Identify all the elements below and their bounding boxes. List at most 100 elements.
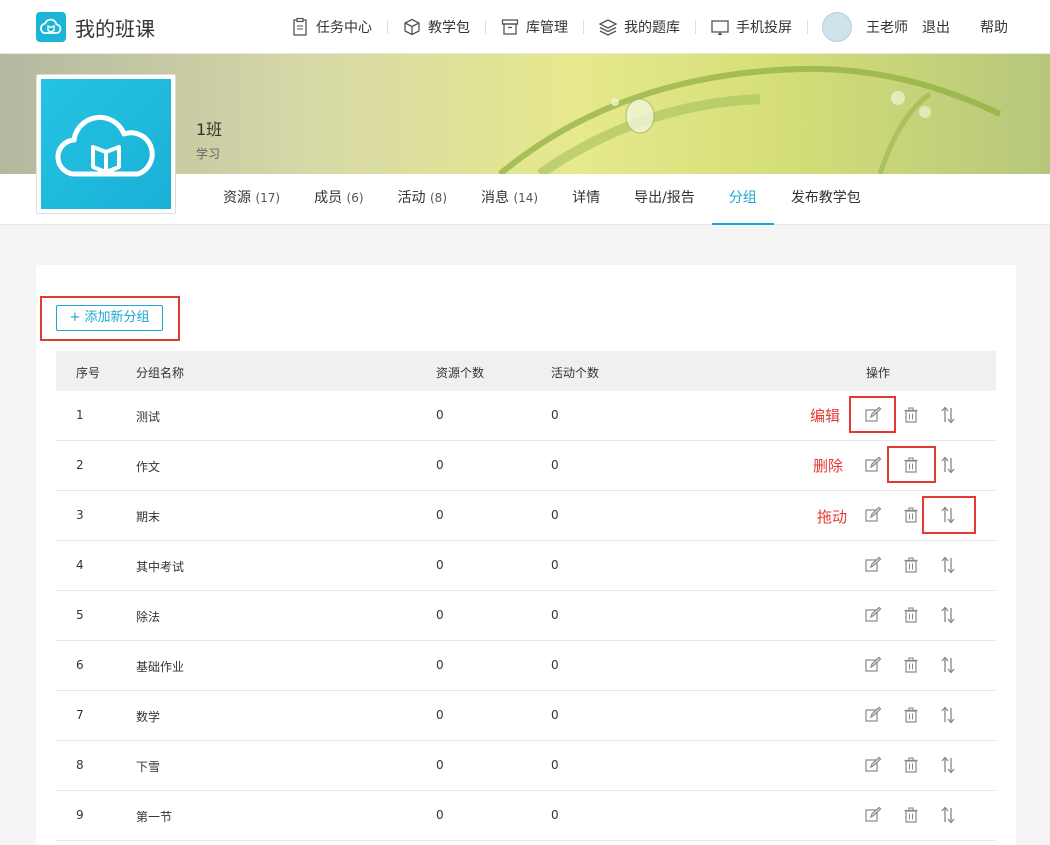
row-activity-count: 0 — [551, 608, 559, 622]
row-activity-count: 0 — [551, 508, 559, 522]
trash-icon[interactable] — [902, 656, 920, 674]
tab-details[interactable]: 详情 — [555, 174, 617, 225]
trash-icon[interactable] — [902, 506, 920, 524]
table-row[interactable]: 4 其中考试 0 0 — [56, 541, 996, 591]
tab-members[interactable]: 成员 (6) — [297, 174, 380, 225]
trash-icon[interactable] — [902, 556, 920, 574]
sort-drag-icon[interactable] — [939, 556, 957, 574]
row-group-name: 下雪 — [136, 760, 161, 774]
logout-link[interactable]: 退出 — [922, 17, 950, 37]
app-logo-icon[interactable] — [36, 12, 66, 42]
edit-icon[interactable] — [864, 506, 882, 524]
table-row[interactable]: 5 除法 0 0 — [56, 591, 996, 641]
trash-icon[interactable] — [902, 706, 920, 724]
tab-export-report[interactable]: 导出/报告 — [617, 174, 712, 225]
tab-messages[interactable]: 消息 (14) — [464, 174, 555, 225]
edit-icon[interactable] — [864, 456, 882, 474]
row-group-name: 除法 — [136, 610, 161, 624]
row-index: 5 — [76, 608, 84, 622]
row-resource-count: 0 — [436, 558, 444, 572]
add-group-button[interactable]: + 添加新分组 — [56, 305, 163, 331]
row-index: 7 — [76, 708, 84, 722]
header-index: 序号 — [76, 366, 101, 380]
avatar[interactable] — [822, 12, 852, 42]
row-group-name: 作文 — [136, 460, 161, 474]
edit-annotation: 编辑 — [810, 407, 841, 425]
row-resource-count: 0 — [436, 508, 444, 522]
sort-drag-icon[interactable] — [939, 656, 957, 674]
row-activity-count: 0 — [551, 708, 559, 722]
tab-groups[interactable]: 分组 — [711, 174, 774, 225]
edit-icon[interactable] — [864, 606, 882, 624]
nav-task-center[interactable]: 任务中心 — [290, 0, 387, 54]
cast-icon — [711, 20, 729, 35]
help-link[interactable]: 帮助 — [980, 17, 1008, 37]
top-navbar: 我的班课 任务中心 教学包 库管理 我的题库 手机投屏 王老师 退出 帮助 — [0, 0, 1050, 54]
row-activity-count: 0 — [551, 658, 559, 672]
edit-icon[interactable] — [864, 556, 882, 574]
tab-resources[interactable]: 资源 (17) — [206, 174, 297, 225]
row-activity-count: 0 — [551, 408, 559, 422]
nav-divider — [695, 20, 696, 34]
row-index: 9 — [76, 808, 84, 822]
trash-icon[interactable] — [902, 606, 920, 624]
table-row[interactable]: 3 期末 0 0 — [56, 491, 996, 541]
nav-question-bank-label: 我的题库 — [624, 20, 680, 36]
table-row[interactable]: 9 第一节 0 0 — [56, 791, 996, 841]
nav-teaching-pack[interactable]: 教学包 — [402, 0, 485, 54]
trash-icon[interactable] — [902, 756, 920, 774]
edit-highlight — [849, 396, 896, 433]
table-row[interactable]: 8 下雪 0 0 — [56, 741, 996, 791]
edit-icon[interactable] — [864, 656, 882, 674]
sort-drag-icon[interactable] — [939, 606, 957, 624]
nav-task-center-label: 任务中心 — [316, 20, 372, 36]
sort-drag-icon[interactable] — [939, 806, 957, 824]
row-group-name: 第一节 — [136, 810, 173, 824]
user-name[interactable]: 王老师 — [866, 17, 908, 37]
table-header: 序号 分组名称 资源个数 活动个数 操作 — [56, 351, 996, 391]
row-activity-count: 0 — [551, 808, 559, 822]
trash-icon[interactable] — [902, 806, 920, 824]
table-row[interactable]: 6 基础作业 0 0 — [56, 641, 996, 691]
drag-highlight — [922, 496, 976, 534]
sort-drag-icon[interactable] — [939, 406, 957, 424]
class-cover-image — [36, 74, 176, 214]
nav-screen-cast[interactable]: 手机投屏 — [710, 0, 807, 54]
tab-activities[interactable]: 活动 (8) — [381, 174, 464, 225]
edit-icon[interactable] — [864, 756, 882, 774]
row-group-name: 测试 — [136, 410, 161, 424]
nav-library[interactable]: 库管理 — [500, 0, 583, 54]
layers-icon — [598, 19, 618, 36]
drag-annotation: 拖动 — [817, 508, 848, 526]
nav-question-bank[interactable]: 我的题库 — [598, 0, 695, 54]
brand-title[interactable]: 我的班课 — [75, 13, 155, 42]
table-row[interactable]: 7 数学 0 0 — [56, 691, 996, 741]
row-resource-count: 0 — [436, 708, 444, 722]
header-resource-count: 资源个数 — [436, 366, 485, 380]
box-icon — [404, 18, 420, 36]
tab-publish-pack[interactable]: 发布教学包 — [774, 174, 878, 225]
nav-divider — [807, 20, 808, 34]
delete-highlight — [887, 446, 936, 483]
row-resource-count: 0 — [436, 808, 444, 822]
nav-divider — [485, 20, 486, 34]
edit-icon[interactable] — [864, 706, 882, 724]
delete-annotation: 删除 — [813, 457, 844, 475]
row-index: 6 — [76, 658, 84, 672]
edit-icon[interactable] — [864, 806, 882, 824]
row-index: 3 — [76, 508, 84, 522]
sort-drag-icon[interactable] — [939, 756, 957, 774]
nav-library-label: 库管理 — [526, 20, 568, 36]
header-operations: 操作 — [866, 366, 891, 380]
row-resource-count: 0 — [436, 658, 444, 672]
row-group-name: 基础作业 — [136, 660, 185, 674]
nav-teaching-pack-label: 教学包 — [428, 20, 470, 36]
sort-drag-icon[interactable] — [939, 706, 957, 724]
trash-icon[interactable] — [902, 406, 920, 424]
table-row[interactable]: 2 作文 0 0 — [56, 441, 996, 491]
row-resource-count: 0 — [436, 408, 444, 422]
row-index: 1 — [76, 408, 84, 422]
class-subject: 学习 — [196, 147, 221, 161]
sort-drag-icon[interactable] — [939, 456, 957, 474]
nav-divider — [387, 20, 388, 34]
